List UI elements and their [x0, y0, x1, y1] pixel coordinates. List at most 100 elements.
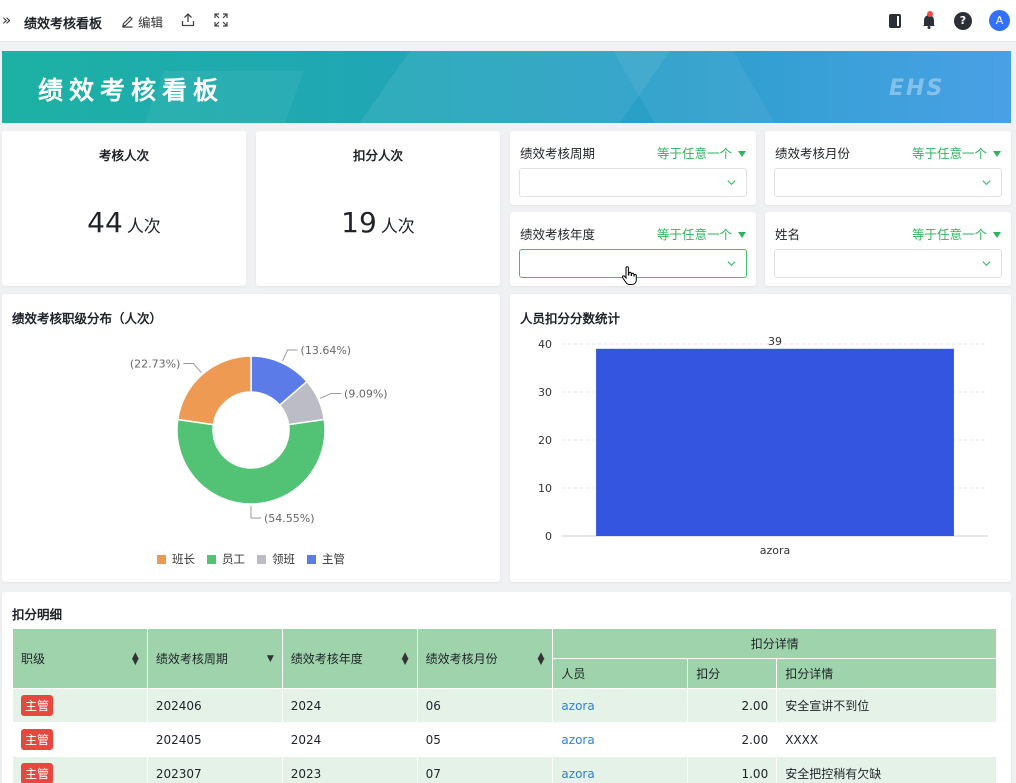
filter-select[interactable] [774, 249, 1002, 278]
legend-swatch [157, 555, 166, 564]
kpi-card-deductions: 扣分人次 19 人次 [256, 131, 500, 286]
x-tick-label: azora [760, 544, 791, 557]
donut-chart: (13.64%) (9.09%) (54.55%) (22.73%) [130, 344, 388, 525]
year-cell: 2024 [281, 688, 418, 723]
legend-swatch [307, 555, 316, 564]
chevron-down-icon [982, 261, 991, 267]
deduction-table: 职级 ▲ ▼ 绩效考核周期 ▼ 绩效考核年度 ▲ ▼ 绩效考核月份 ▲ ▼ 扣分详情 人员 扣… [12, 628, 997, 783]
y-tick-label: 0 [545, 530, 552, 543]
filter-operator-dropdown[interactable]: 等于任意一个 [657, 224, 746, 243]
edit-button[interactable]: 编辑 [121, 12, 163, 31]
bar-data-label: 39 [768, 335, 782, 348]
month-cell: 05 [416, 722, 554, 757]
bar-azora[interactable] [596, 348, 954, 536]
legend-item-主管[interactable]: 主管 [307, 551, 345, 567]
y-tick-label: 30 [538, 386, 552, 399]
column-header-month[interactable]: 绩效考核月份 ▲ ▼ [416, 628, 554, 689]
sort-icon[interactable]: ▲ ▼ [538, 651, 545, 666]
legend-swatch [257, 555, 266, 564]
kpi-value: 19 人次 [341, 206, 415, 239]
dashboard-banner: 绩效考核看板 EHS [2, 51, 1011, 123]
share-icon[interactable] [180, 12, 196, 28]
month-cell: 06 [416, 688, 554, 723]
chevron-down-icon [727, 180, 736, 186]
detail-cell: XXXX [776, 722, 997, 757]
score-cell: 2.00 [687, 722, 778, 757]
help-icon[interactable]: ? [954, 12, 972, 30]
person-link[interactable]: azora [561, 733, 594, 747]
caret-down-icon [738, 151, 746, 157]
pie-slice-班长[interactable] [176, 355, 252, 426]
person-cell: azora [552, 756, 689, 783]
filter-label: 绩效考核月份 [775, 146, 851, 161]
person-cell: azora [552, 722, 689, 757]
year-cell: 2023 [281, 756, 418, 783]
legend-swatch [207, 555, 216, 564]
edit-label: 编辑 [138, 15, 164, 30]
legend-label: 员工 [222, 552, 245, 566]
fullscreen-icon[interactable] [213, 12, 229, 28]
top-bar: » 绩效考核看板 编辑 ? A [0, 0, 1016, 42]
y-tick-label: 20 [538, 434, 552, 447]
level-tag: 主管 [21, 695, 54, 716]
filter-operator-dropdown[interactable]: 等于任意一个 [912, 143, 1001, 162]
legend-item-员工[interactable]: 员工 [207, 551, 245, 567]
page-title: 绩效考核看板 [24, 17, 103, 32]
filter-operator-dropdown[interactable]: 等于任意一个 [657, 143, 746, 162]
table-row: 主管 202307 2023 07 azora 1.00 安全把控稍有欠缺 [12, 756, 997, 783]
column-group-deduction-detail: 扣分详情 [552, 628, 997, 659]
sort-icon[interactable]: ▲ ▼ [402, 651, 409, 666]
pie-label-班长: (22.73%) [130, 357, 181, 370]
filter-operator-dropdown[interactable]: 等于任意一个 [912, 224, 1001, 243]
sort-icon[interactable]: ▲ ▼ [132, 651, 139, 666]
column-header-person[interactable]: 人员 [552, 658, 689, 689]
y-tick-label: 40 [538, 338, 552, 351]
chevron-down-icon [727, 261, 736, 267]
pencil-icon [122, 16, 133, 28]
filter-label: 绩效考核年度 [520, 227, 596, 242]
sort-desc-icon[interactable]: ▼ [267, 654, 274, 663]
filter-select[interactable] [519, 168, 747, 197]
person-link[interactable]: azora [561, 699, 594, 713]
caret-down-icon [993, 151, 1001, 157]
kpi-title: 考核人次 [98, 148, 149, 163]
score-cell: 2.00 [687, 688, 778, 723]
filter-select[interactable] [774, 168, 1002, 197]
table-row: 主管 202406 2024 06 azora 2.00 安全宣讲不到位 [12, 688, 997, 723]
legend-item-领班[interactable]: 领班 [257, 551, 295, 567]
legend-label: 领班 [272, 552, 295, 566]
score-cell: 1.00 [687, 756, 778, 783]
kpi-card-assessments: 考核人次 44 人次 [2, 131, 246, 286]
pie-chart-card: 绩效考核职级分布（人次） (13.64%) (9.09%) (54.55%) (22.… [2, 294, 500, 582]
banner-title: 绩效考核看板 [38, 76, 225, 105]
expand-sidebar-icon[interactable]: » [2, 11, 11, 29]
year-cell: 2024 [281, 722, 418, 757]
column-header-year[interactable]: 绩效考核年度 ▲ ▼ [281, 628, 418, 689]
y-tick-label: 10 [538, 482, 552, 495]
level-cell: 主管 [12, 756, 148, 783]
caret-down-icon [993, 232, 1001, 238]
period-cell: 202405 [146, 722, 283, 757]
hand-cursor-icon [622, 266, 637, 285]
column-header-detail[interactable]: 扣分详情 [776, 658, 997, 689]
chart-legend: 班长 员工 领班 主管 [2, 551, 500, 567]
column-header-level[interactable]: 职级 ▲ ▼ [12, 628, 148, 689]
legend-label: 主管 [322, 552, 345, 566]
filter-label: 绩效考核周期 [520, 146, 596, 161]
filter-assessment-month: 绩效考核月份 等于任意一个 [765, 131, 1011, 205]
bar-chart-card: 人员扣分分数统计 0 10 20 30 40 39 azora [510, 294, 1011, 582]
notebook-icon[interactable] [886, 12, 904, 30]
column-header-period[interactable]: 绩效考核周期 ▼ [146, 628, 283, 689]
column-header-score[interactable]: 扣分 [687, 658, 778, 689]
avatar[interactable]: A [989, 10, 1010, 31]
legend-item-班长[interactable]: 班长 [157, 551, 195, 567]
chevron-down-icon [982, 180, 991, 186]
period-cell: 202406 [146, 688, 283, 723]
caret-down-icon [738, 232, 746, 238]
deduction-detail-card: 扣分明细 职级 ▲ ▼ 绩效考核周期 ▼ 绩效考核年度 ▲ ▼ 绩效考核月份 ▲ ▼ 扣分详情… [2, 592, 1011, 783]
level-tag: 主管 [21, 729, 54, 750]
legend-label: 班长 [172, 552, 195, 566]
person-link[interactable]: azora [561, 767, 594, 781]
pie-slice-员工[interactable] [176, 418, 326, 505]
month-cell: 07 [416, 756, 554, 783]
